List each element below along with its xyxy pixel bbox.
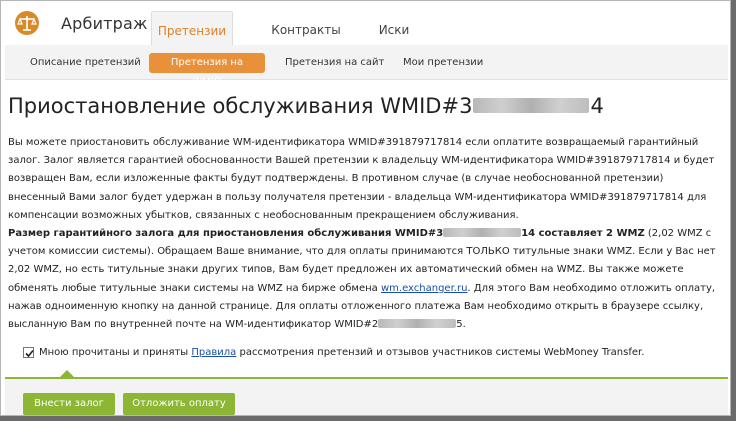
rules-link[interactable]: Правила: [191, 347, 236, 358]
subnav-item-claim-wmid[interactable]: Претензия на WMID: [149, 53, 265, 88]
paragraph-end: 5.: [456, 319, 466, 331]
redacted-id: [443, 227, 522, 237]
defer-payment-button[interactable]: Отложить оплату: [123, 393, 235, 415]
deposit-amount-prefix: Размер гарантийного залога для приостано…: [8, 228, 444, 240]
deposit-amount-suffix: 14 составляет 2 WMZ: [521, 228, 645, 240]
claim-description: Вы можете приостановить обслуживание WM-…: [8, 134, 724, 334]
agree-label: Мною прочитаны и приняты Правила рассмот…: [39, 347, 644, 359]
tab-pretenzii[interactable]: Претензии: [151, 11, 233, 46]
subnav-item-my-claims[interactable]: Мои претензии: [403, 53, 483, 73]
footer-notch: [59, 370, 75, 378]
checkmark-icon: [25, 349, 34, 358]
agree-text-before: Мною прочитаны и приняты: [39, 347, 192, 358]
paragraph-deposit-info: Вы можете приостановить обслуживание WM-…: [8, 137, 715, 221]
page-title-prefix: Приостановление обслуживания WMID#3: [8, 94, 473, 118]
agree-text-after: рассмотрения претензий и отзывов участни…: [236, 347, 645, 358]
redacted-id: [473, 97, 590, 113]
tab-kontrakty[interactable]: Контракты: [266, 11, 346, 46]
page-title-suffix: 4: [590, 94, 604, 118]
page-title: Приостановление обслуживания WMID#3 4: [8, 94, 604, 118]
footer-divider: [5, 377, 728, 379]
pay-deposit-button[interactable]: Внести залог: [23, 393, 115, 415]
tab-iski[interactable]: Иски: [369, 11, 419, 46]
header: Арбитраж Претензии Контракты Иски: [1, 1, 730, 46]
scales-icon[interactable]: [15, 11, 39, 35]
exchanger-link[interactable]: wm.exchanger.ru: [381, 283, 467, 294]
agree-checkbox[interactable]: [23, 347, 34, 358]
subnav-item-description[interactable]: Описание претензий: [30, 53, 141, 73]
main-window: Арбитраж Претензии Контракты Иски Описан…: [0, 0, 731, 416]
redacted-id: [378, 318, 457, 328]
subnav: Описание претензий Претензия на WMID Пре…: [5, 45, 728, 88]
subnav-item-claim-site[interactable]: Претензия на сайт: [285, 53, 384, 73]
app-title: Арбитраж: [61, 14, 148, 33]
